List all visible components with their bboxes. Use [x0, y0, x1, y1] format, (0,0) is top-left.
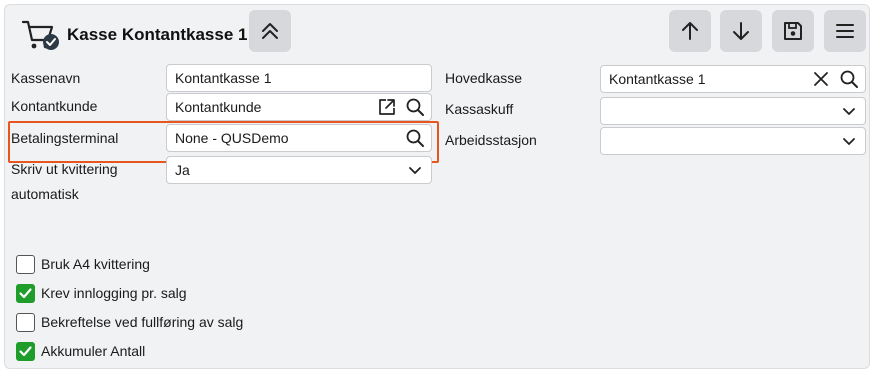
arbeidsstasjon-label: Arbeidsstasjon — [445, 132, 537, 148]
skriv-ut-label-line1: Skriv ut kvittering — [11, 161, 118, 177]
save-icon — [782, 20, 804, 42]
checkbox[interactable] — [16, 254, 35, 274]
kontantkunde-value: Kontantkunde — [175, 99, 262, 115]
save-button[interactable] — [772, 10, 814, 52]
skriv-ut-label-line2: automatisk — [11, 186, 79, 202]
chevron-down-icon — [837, 99, 861, 123]
checkbox-row-bekreftelse[interactable]: Bekreftelse ved fullføring av salg — [16, 311, 243, 333]
kassenavn-field[interactable]: Kontantkasse 1 — [166, 64, 432, 92]
search-icon[interactable] — [403, 95, 427, 119]
kassaskuff-select[interactable] — [600, 97, 866, 125]
checkbox[interactable] — [16, 341, 35, 361]
checkbox-label: Akkumuler Antall — [41, 343, 146, 359]
arrow-up-icon — [679, 20, 701, 42]
menu-button[interactable] — [824, 10, 866, 52]
skriv-ut-value: Ja — [175, 162, 190, 178]
checkbox-label: Krev innlogging pr. salg — [41, 285, 187, 301]
checkbox[interactable] — [16, 312, 35, 332]
previous-record-button[interactable] — [669, 10, 711, 52]
chevron-down-icon — [403, 158, 427, 182]
search-icon[interactable] — [837, 67, 861, 91]
header: Kasse Kontantkasse 1 — [21, 15, 247, 55]
kassenavn-value: Kontantkasse 1 — [175, 70, 272, 86]
kassenavn-label: Kassenavn — [11, 70, 81, 86]
cart-check-icon — [21, 16, 61, 54]
checkbox-row-krev-innlogging[interactable]: Krev innlogging pr. salg — [16, 282, 187, 304]
checkbox-label: Bruk A4 kvittering — [41, 256, 150, 272]
next-record-button[interactable] — [720, 10, 762, 52]
collapse-button[interactable] — [249, 10, 291, 52]
checkbox-row-bruk-a4[interactable]: Bruk A4 kvittering — [16, 253, 150, 275]
menu-icon — [834, 20, 856, 42]
page-title: Kasse Kontantkasse 1 — [67, 25, 248, 44]
skriv-ut-select[interactable]: Ja — [166, 156, 432, 184]
arbeidsstasjon-select[interactable] — [600, 127, 866, 155]
hovedkasse-field[interactable]: Kontantkasse 1 — [600, 65, 866, 93]
arrow-down-icon — [730, 20, 752, 42]
clear-icon[interactable] — [809, 67, 833, 91]
hovedkasse-label: Hovedkasse — [445, 70, 523, 86]
kontantkunde-field[interactable]: Kontantkunde — [166, 93, 432, 121]
chevron-double-up-icon — [259, 20, 281, 42]
checkbox-label: Bekreftelse ved fullføring av salg — [41, 314, 244, 330]
open-external-icon[interactable] — [375, 95, 399, 119]
checkbox[interactable] — [16, 283, 35, 303]
kontantkunde-label: Kontantkunde — [11, 98, 98, 114]
checkbox-row-akkumuler[interactable]: Akkumuler Antall — [16, 340, 145, 362]
chevron-down-icon — [837, 129, 861, 153]
record-panel: Kasse Kontantkasse 1 Kassenavn Kontantka… — [4, 4, 870, 369]
hovedkasse-value: Kontantkasse 1 — [609, 71, 706, 87]
kassaskuff-label: Kassaskuff — [445, 101, 514, 117]
